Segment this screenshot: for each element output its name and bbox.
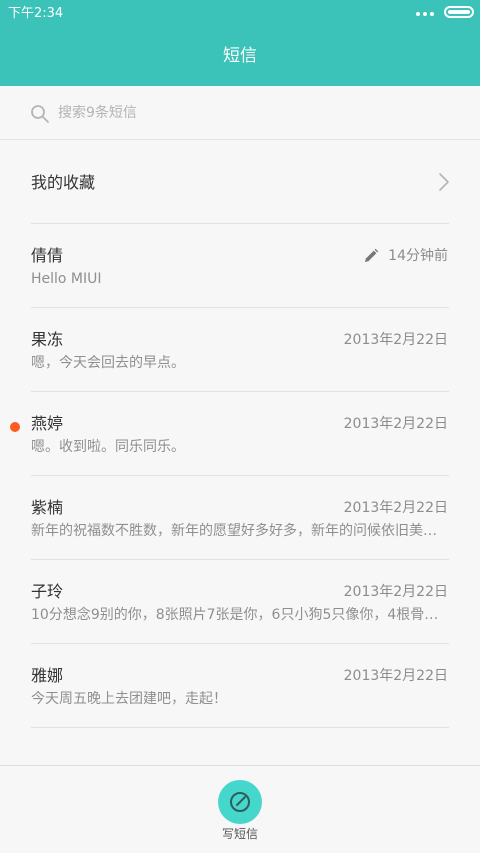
- compose-icon: [230, 792, 250, 812]
- message-preview: 新年的祝福数不胜数，新年的愿望好多好多，新年的问候依旧美…: [31, 523, 437, 539]
- contact-name: 果冻: [31, 330, 64, 349]
- message-time: 2013年2月22日: [343, 584, 448, 600]
- contact-name: 紫楠: [31, 498, 64, 517]
- contact-name: 倩倩: [31, 246, 64, 265]
- conversation-row[interactable]: 雅娜 2013年2月22日 今天周五晚上去团建吧，走起！: [0, 644, 480, 728]
- message-preview: 嗯，今天会回去的早点。: [31, 355, 185, 371]
- status-time: 下午2:34: [8, 6, 64, 21]
- bottom-bar: 写短信: [0, 765, 480, 853]
- page-title: 短信: [223, 46, 257, 66]
- more-dots-icon: [416, 12, 434, 16]
- contact-name: 雅娜: [31, 666, 64, 685]
- contact-name: 燕婷: [31, 414, 64, 433]
- favorites-label: 我的收藏: [31, 173, 96, 192]
- favorites-row[interactable]: 我的收藏: [0, 140, 480, 224]
- chevron-right-icon: [439, 173, 449, 191]
- contact-name: 子玲: [31, 582, 64, 601]
- unread-dot-icon: [10, 422, 20, 432]
- conversation-row[interactable]: 燕婷 2013年2月22日 嗯。收到啦。同乐同乐。: [0, 392, 480, 476]
- battery-icon: [444, 6, 474, 18]
- message-time: 14分钟前: [388, 248, 448, 264]
- draft-indicator: 14分钟前: [363, 246, 448, 266]
- pencil-icon: [365, 248, 379, 262]
- message-preview: Hello MIUI: [31, 271, 102, 287]
- message-preview: 今天周五晚上去团建吧，走起！: [31, 691, 227, 707]
- message-time: 2013年2月22日: [343, 500, 448, 516]
- message-preview: 10分想念9别的你，8张照片7张是你，6只小狗5只像你，4根骨…: [31, 607, 439, 623]
- conversation-row[interactable]: 子玲 2013年2月22日 10分想念9别的你，8张照片7张是你，6只小狗5只像…: [0, 560, 480, 644]
- sms-app: 下午2:34 短信 我的收藏 倩倩: [0, 0, 480, 853]
- search-icon: [31, 105, 49, 123]
- status-icons: [416, 6, 474, 18]
- conversation-row[interactable]: 果冻 2013年2月22日 嗯，今天会回去的早点。: [0, 308, 480, 392]
- divider: [31, 727, 449, 728]
- message-time: 2013年2月22日: [343, 416, 448, 432]
- conversation-list: 倩倩 14分钟前 Hello MIUI 果冻 2013年2月22日 嗯，今天会回…: [0, 224, 480, 728]
- message-time: 2013年2月22日: [343, 332, 448, 348]
- conversation-row[interactable]: 紫楠 2013年2月22日 新年的祝福数不胜数，新年的愿望好多好多，新年的问候依…: [0, 476, 480, 560]
- search-input[interactable]: [58, 101, 438, 125]
- compose-button[interactable]: [218, 780, 262, 824]
- search-bar[interactable]: [0, 86, 480, 140]
- conversation-row[interactable]: 倩倩 14分钟前 Hello MIUI: [0, 224, 480, 308]
- message-time: 2013年2月22日: [343, 668, 448, 684]
- message-preview: 嗯。收到啦。同乐同乐。: [31, 439, 185, 455]
- compose-label: 写短信: [221, 827, 258, 841]
- app-header: 下午2:34 短信: [0, 0, 480, 86]
